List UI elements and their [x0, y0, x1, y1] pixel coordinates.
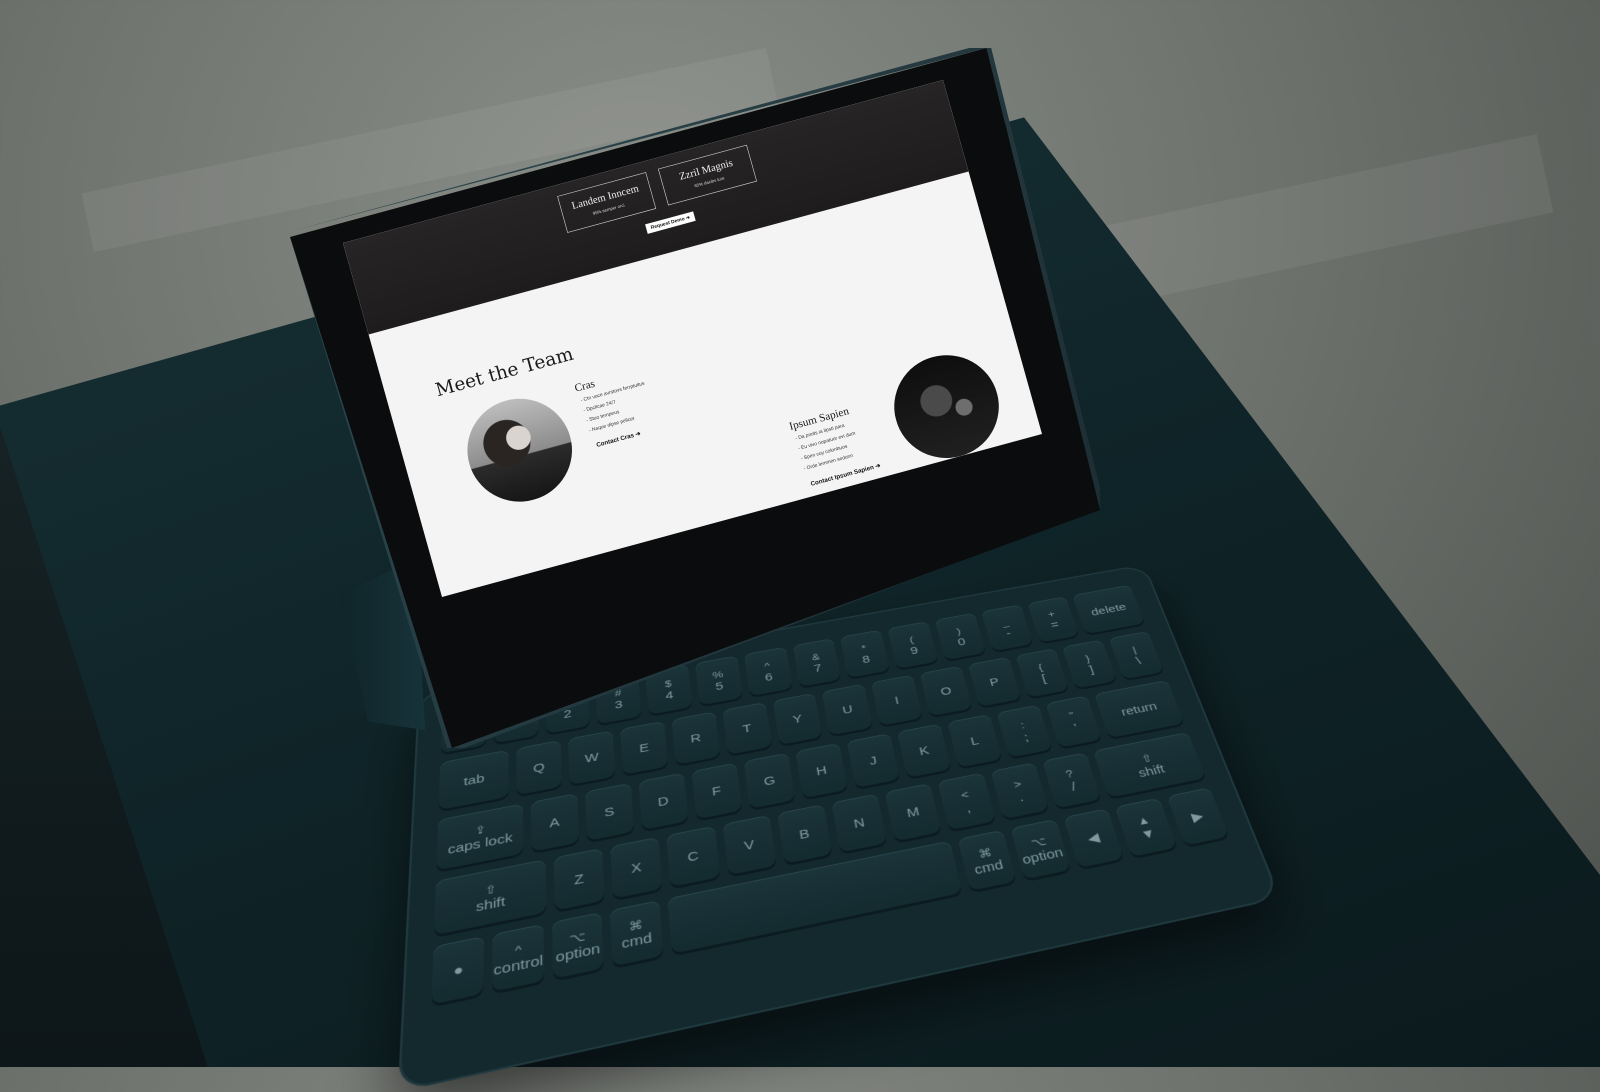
key-bottom-label: D — [657, 794, 670, 810]
keyboard-key[interactable]: ⇧ shift — [1093, 732, 1207, 801]
keyboard-key[interactable]: tab — [438, 749, 509, 813]
key-bottom-label: H — [815, 763, 829, 779]
key-bottom-label: ● — [453, 961, 464, 981]
keyboard-key[interactable]: Z — [553, 848, 606, 914]
keyboard-key[interactable]: ⌥ option — [551, 912, 605, 982]
stat-card: Landem Inncem 95% semper orci — [557, 172, 657, 233]
key-bottom-label: . — [1017, 790, 1026, 805]
key-bottom-label: option — [555, 940, 601, 966]
keyboard-key[interactable]: ? / — [1041, 752, 1103, 811]
keyboard-key[interactable]: V — [722, 814, 777, 878]
key-bottom-label: \ — [1134, 654, 1143, 667]
request-demo-button[interactable]: Request Demo ➔ — [645, 211, 696, 234]
key-bottom-label: tab — [463, 771, 485, 790]
key-top-label: < — [959, 787, 970, 802]
keyboard-key[interactable]: ● — [431, 935, 485, 1008]
key-bottom-label: S — [603, 804, 615, 821]
key-bottom-label: Z — [573, 871, 585, 889]
key-top-label: | — [1130, 644, 1138, 655]
key-bottom-label: shift — [1136, 762, 1167, 781]
key-bottom-label: control — [493, 952, 544, 979]
keyboard-key[interactable]: ⇪ caps lock — [436, 803, 524, 874]
keyboard-key[interactable]: A — [530, 793, 580, 855]
key-bottom-label: cmd — [621, 929, 653, 952]
member-name: Cras — [573, 376, 597, 395]
member-photo — [455, 386, 584, 514]
key-bottom-label: Q — [533, 760, 545, 776]
keyboard-key[interactable]: D — [638, 772, 689, 833]
key-bottom-label: W — [584, 750, 600, 767]
key-bottom-label: ◀ — [1085, 830, 1102, 848]
key-bottom-label: / — [1069, 779, 1078, 794]
key-bottom-label: X — [630, 860, 643, 877]
key-bottom-label: V — [743, 837, 756, 854]
keyboard-key[interactable]: M — [884, 783, 943, 844]
key-bottom-label: ▶ — [1189, 809, 1206, 826]
keyboard-key[interactable]: ▲ ▼ — [1115, 797, 1178, 860]
key-bottom-label: J — [868, 754, 879, 769]
key-bottom-label: C — [686, 848, 700, 866]
keyboard-key[interactable]: ⌘ cmd — [609, 900, 664, 970]
key-bottom-label: return — [1119, 700, 1160, 720]
stat-card: Zzril Magnis 65% dacibs lure — [657, 144, 757, 206]
key-bottom-label: A — [549, 815, 560, 832]
key-bottom-label: ▼ — [1138, 825, 1158, 843]
key-bottom-label: G — [762, 773, 777, 790]
keyboard-key[interactable]: H — [795, 742, 849, 801]
key-bottom-label: shift — [475, 893, 506, 915]
keyboard-key[interactable]: ⌘ cmd — [957, 829, 1018, 894]
key-bottom-label: N — [852, 815, 866, 832]
keyboard-key[interactable]: C — [666, 825, 721, 890]
keyboard-key[interactable]: F — [691, 762, 743, 822]
keyboard-key[interactable]: ◀ — [1063, 808, 1126, 871]
key-bottom-label: B — [798, 826, 811, 843]
key-bottom-label: option — [1020, 844, 1065, 868]
key-bottom-label: M — [905, 804, 921, 821]
keyboard-key[interactable]: Q — [516, 740, 563, 798]
keyboard-key[interactable]: B — [777, 804, 833, 867]
key-bottom-label: cmd — [972, 857, 1005, 878]
keyboard-key[interactable]: ⌥ option — [1010, 818, 1072, 883]
keyboard-key[interactable]: | \ — [1108, 631, 1165, 682]
keyboard-key[interactable]: S — [584, 782, 635, 844]
keyboard-key[interactable]: G — [743, 752, 796, 812]
keyboard-key[interactable]: <, — [937, 772, 997, 833]
keyboard-key[interactable]: N — [831, 793, 888, 856]
key-bottom-label: , — [964, 800, 973, 816]
floor-highlight — [1096, 134, 1554, 306]
key-bottom-label: F — [711, 784, 722, 800]
keyboard-key[interactable]: ▶ — [1166, 787, 1230, 849]
keyboard-key[interactable]: return — [1094, 680, 1186, 741]
keyboard-key[interactable]: >. — [990, 762, 1050, 822]
keyboard-key[interactable]: X — [610, 836, 664, 902]
team-section-title: Meet the Team — [433, 343, 576, 402]
keyboard-key[interactable]: ^ control — [492, 923, 545, 995]
